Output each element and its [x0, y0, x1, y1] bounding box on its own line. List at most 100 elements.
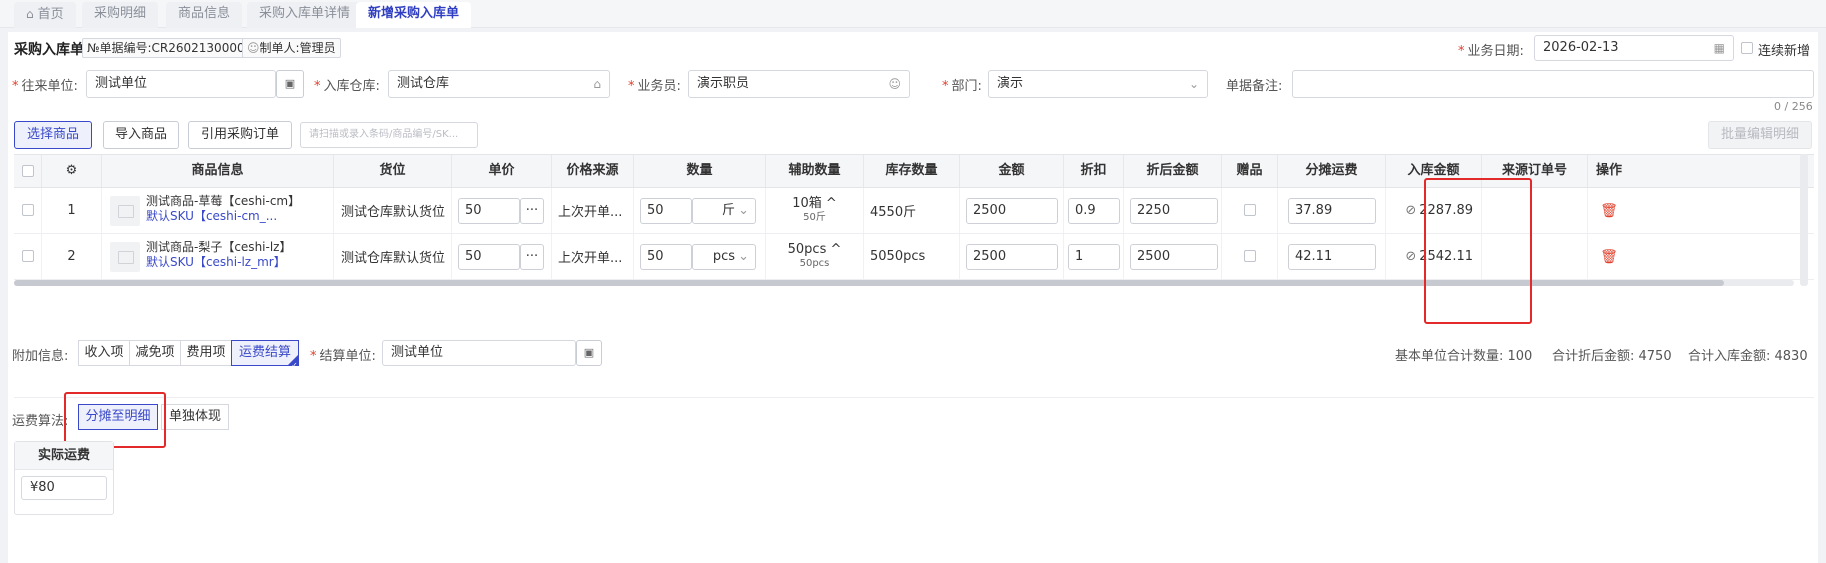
scan-input[interactable]: 请扫描或录入条码/商品编号/SK... — [300, 122, 478, 148]
batch-edit-button[interactable]: 批量编辑明细 — [1708, 121, 1812, 149]
col-discount: 折扣 — [1064, 155, 1124, 187]
price-cell: 50 ··· — [452, 188, 552, 233]
actual-freight-title: 实际运费 — [15, 442, 113, 470]
tab-freight-settlement[interactable]: 运费结算 — [231, 340, 299, 378]
remark-label: 单据备注: — [1226, 79, 1283, 94]
maker-label: 制单人: — [259, 41, 300, 55]
horizontal-scrollbar[interactable] — [14, 280, 1794, 286]
row-select-cell — [14, 188, 42, 233]
tab-reduction[interactable]: 减免项 — [129, 340, 181, 366]
scrollbar-thumb[interactable] — [14, 280, 1724, 286]
ref-purchase-order-button[interactable]: 引用采购订单 — [188, 121, 292, 149]
maker-box: ☺制单人:管理员 — [242, 38, 341, 58]
price-input[interactable]: 50 — [458, 244, 520, 270]
settle-input[interactable]: 测试单位 — [382, 340, 576, 366]
col-price-source: 价格来源 — [552, 155, 634, 187]
tab-income[interactable]: 收入项 — [78, 340, 130, 366]
partner-picker-button[interactable]: ▣ — [276, 70, 304, 98]
continuous-add-checkbox[interactable] — [1741, 42, 1753, 54]
unit-select[interactable]: pcs ⌄ — [692, 244, 756, 270]
gift-cell — [1222, 234, 1278, 279]
warehouse-input[interactable]: 测试仓库 ⌂ — [388, 70, 610, 98]
check-corner-icon — [287, 354, 299, 378]
tab-goods-info[interactable]: 商品信息 — [166, 2, 243, 28]
row-index: 2 — [42, 234, 102, 279]
trash-icon[interactable]: 🗑 — [1600, 249, 1618, 265]
user-icon: ☺ — [247, 41, 260, 55]
actual-freight-card: 实际运费 ¥80 — [14, 441, 114, 515]
partner-input[interactable]: 测试单位 — [86, 70, 276, 98]
stock-cell: 4550斤 — [864, 188, 960, 233]
more-button[interactable]: ··· — [520, 244, 544, 270]
tab-expense[interactable]: 费用项 — [180, 340, 232, 366]
dept-select[interactable]: 演示 ⌄ — [988, 70, 1208, 98]
col-qty: 数量 — [634, 155, 766, 187]
salesman-input[interactable]: 演示职员 ☺ — [688, 70, 910, 98]
freight-input[interactable]: 37.89 — [1288, 198, 1376, 224]
column-settings[interactable]: ⚙ — [42, 155, 102, 187]
tab-freight-label: 运费结算 — [238, 345, 291, 360]
row-checkbox[interactable] — [22, 250, 34, 262]
disc-amount-input[interactable]: 2250 — [1130, 198, 1218, 224]
aux-qty[interactable]: 50pcs ^ — [788, 242, 842, 257]
col-aux-qty: 辅助数量 — [766, 155, 864, 187]
gift-checkbox[interactable] — [1244, 204, 1256, 216]
freight-allocate-option[interactable]: 分摊至明细 — [78, 404, 158, 430]
row-checkbox[interactable] — [22, 204, 34, 216]
goods-name: 测试商品-梨子【ceshi-lz】 — [146, 240, 292, 254]
gift-cell — [1222, 188, 1278, 233]
doc-number: CR26021300004 — [151, 41, 253, 55]
goods-sku-link[interactable]: 默认SKU【ceshi-cm_... — [146, 209, 300, 224]
in-amount-value: 2542.11 — [1419, 249, 1473, 264]
tab-purchase-detail[interactable]: 采购明细 — [82, 2, 159, 28]
col-actions: 操作 — [1595, 163, 1622, 178]
more-button[interactable]: ··· — [520, 198, 544, 224]
unit-select[interactable]: 斤 ⌄ — [692, 198, 756, 224]
vertical-scrollbar[interactable] — [1800, 154, 1808, 286]
goods-info-cell: 测试商品-梨子【ceshi-lz】 默认SKU【ceshi-lz_mr】 — [102, 234, 334, 279]
qty-input[interactable]: 50 — [640, 198, 692, 224]
remark-char-count: 0 / 256 — [1774, 100, 1813, 113]
aux-qty[interactable]: 10箱 ^ — [792, 196, 837, 211]
actual-freight-input[interactable]: ¥80 — [21, 476, 107, 500]
goods-sku-link[interactable]: 默认SKU【ceshi-lz_mr】 — [146, 255, 291, 270]
actions-cell: 🗑 — [1588, 234, 1630, 279]
tab-home[interactable]: ⌂ 首页 — [14, 2, 76, 28]
gift-checkbox[interactable] — [1244, 250, 1256, 262]
remark-input[interactable] — [1292, 70, 1814, 98]
trash-icon[interactable]: 🗑 — [1600, 203, 1618, 219]
amount-input[interactable]: 2500 — [966, 244, 1058, 270]
biz-date-input[interactable]: 2026-02-13 ▦ — [1534, 35, 1734, 61]
qty-input[interactable]: 50 — [640, 244, 692, 270]
settle-label: * 结算单位: — [310, 349, 376, 364]
disc-amount-input[interactable]: 2500 — [1130, 244, 1218, 270]
doc-number-box: №单据编号:CR26021300004 — [82, 38, 258, 58]
tab-new-purchase-inbound[interactable]: 新增采购入库单 — [356, 2, 472, 28]
qty-cell: 50 斤 ⌄ — [634, 188, 766, 233]
col-source-order: 来源订单号 — [1482, 155, 1588, 187]
row-index: 1 — [42, 188, 102, 233]
image-placeholder-icon — [110, 196, 140, 226]
stock-cell: 5050pcs — [864, 234, 960, 279]
in-amount-cell: ⊘ 2287.89 — [1386, 188, 1482, 233]
freight-cell: 42.11 — [1278, 234, 1386, 279]
qty-cell: 50 pcs ⌄ — [634, 234, 766, 279]
select-goods-button[interactable]: 选择商品 — [14, 121, 92, 149]
eye-off-icon[interactable]: ⊘ — [1405, 203, 1416, 218]
discount-input[interactable]: 0.9 — [1068, 198, 1120, 224]
dept-label: * 部门: — [942, 79, 982, 94]
eye-off-icon[interactable]: ⊘ — [1405, 249, 1416, 264]
location-cell: 测试仓库默认货位 — [334, 188, 452, 233]
settle-picker-button[interactable]: ▣ — [576, 340, 602, 366]
import-goods-button[interactable]: 导入商品 — [103, 121, 179, 149]
freight-input[interactable]: 42.11 — [1288, 244, 1376, 270]
freight-separate-option[interactable]: 单独体现 — [161, 404, 229, 430]
header-select-all — [14, 155, 42, 187]
price-input[interactable]: 50 — [458, 198, 520, 224]
tab-purchase-inbound-detail[interactable]: 采购入库单详情 — [247, 2, 363, 28]
discount-input[interactable]: 1 — [1068, 244, 1120, 270]
select-all-checkbox[interactable] — [22, 165, 34, 177]
amount-input[interactable]: 2500 — [966, 198, 1058, 224]
salesman-label: * 业务员: — [628, 79, 681, 94]
partner-label: * 往来单位: — [12, 79, 78, 94]
